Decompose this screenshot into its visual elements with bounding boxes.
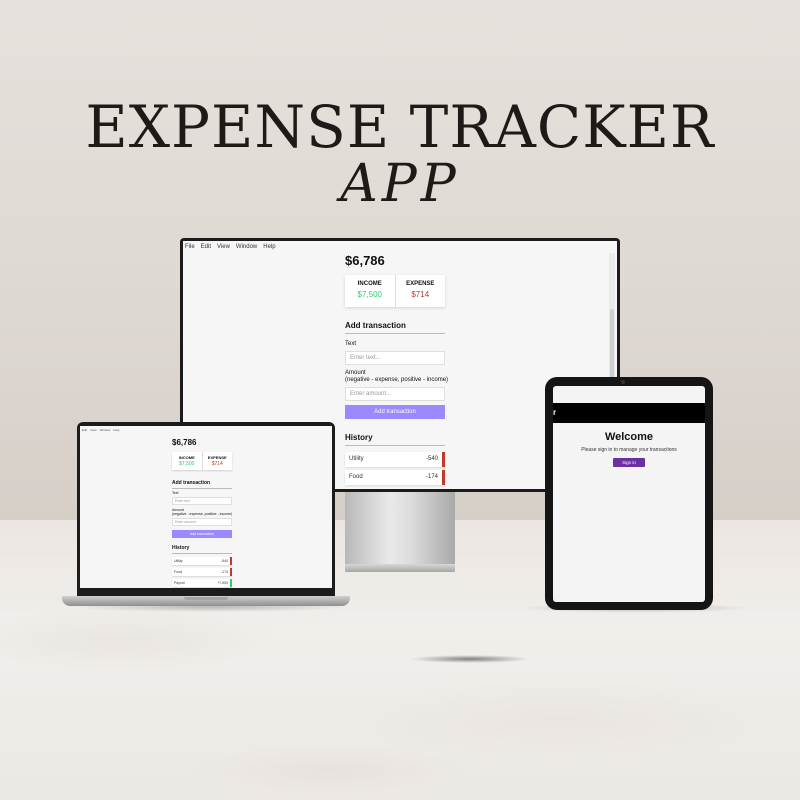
income-value: $7,500 [357,290,382,299]
add-transaction-heading: Add transaction [345,321,445,334]
laptop-notch [184,597,228,600]
text-input[interactable]: Enter text... [345,351,445,365]
history-item[interactable]: Food -174 [172,568,232,576]
balance-value: $6,786 [345,253,385,268]
menu-help[interactable]: Help [263,241,275,253]
menu-view[interactable]: View [90,428,96,432]
history-heading: History [345,433,445,446]
history-item[interactable]: Payroll +7,500 [172,579,232,587]
history-item-name: Payroll [174,581,185,585]
amount-label: Amount [345,370,366,376]
menu-view[interactable]: View [217,241,230,253]
expense-column: EXPENSE $714 [201,452,233,470]
income-value: $7,500 [179,461,195,467]
tablet-app-window: r Welcome Please sign in to manage your … [553,386,705,602]
balance-value: $6,786 [172,438,197,447]
history-item[interactable]: Utility -540 [345,452,445,467]
expense-value: $714 [411,290,430,299]
text-label: Text [345,341,357,347]
desktop-menubar: File Edit View Window Help [183,241,617,253]
amount-hint: (negative - expense, positive - income) [172,512,233,516]
monitor-stand-base [345,564,455,572]
menu-file[interactable]: File [185,241,195,253]
amount-hint: (negative - expense, positive - income) [345,377,449,383]
text-input[interactable]: Enter text [172,497,232,505]
menu-help[interactable]: Help [113,428,119,432]
menu-edit[interactable]: Edit [82,428,87,432]
history-item-amount: -540 [220,559,228,563]
income-column: INCOME $7,500 [345,275,395,307]
menu-window[interactable]: Window [236,241,257,253]
menu-edit[interactable]: Edit [201,241,211,253]
laptop-menubar: Edit View Window Help [82,428,119,432]
history-item-name: Food [174,570,182,574]
income-label: INCOME [357,281,382,287]
history-item[interactable]: Utility -540 [172,557,232,565]
sign-in-button[interactable]: Sign in [613,458,645,467]
expense-label: EXPENSE [406,281,435,287]
history-item-name: Utility [174,559,183,563]
history-item-amount: -540 [425,456,438,462]
income-expense-card: INCOME $7,500 EXPENSE $714 [172,452,232,470]
add-transaction-button[interactable]: Add transaction [172,530,232,538]
expense-label: EXPENSE [207,455,227,460]
tablet-header: r [553,403,705,423]
add-transaction-button[interactable]: Add transaction [345,405,445,419]
income-label: INCOME [178,455,195,460]
poster-subtitle: APP [340,154,460,214]
add-transaction-heading: Add transaction [172,480,232,489]
amount-input[interactable]: Enter amount [172,518,232,526]
floor-shadow [410,655,530,663]
history-item-name: Food [349,474,363,480]
income-expense-card: INCOME $7,500 EXPENSE $714 [345,275,445,307]
amount-input[interactable]: Enter amount... [345,387,445,401]
camera-icon [621,380,625,384]
monitor-stand [345,492,455,564]
history-item[interactable]: Food -174 [345,470,445,485]
income-column: INCOME $7,500 [172,452,202,470]
laptop-app-window: Edit View Window Help $6,786 INCOME $7,5… [80,426,332,588]
history-item-amount: +7,500 [217,581,228,585]
menu-window[interactable]: Window [100,428,111,432]
expense-column: EXPENSE $714 [394,275,446,307]
history-heading: History [172,545,232,554]
history-item-name: Utility [349,456,364,462]
welcome-heading: Welcome [604,431,654,443]
history-item-amount: -174 [220,570,228,574]
sign-in-prompt: Please sign in to manage your transactio… [581,447,677,453]
history-item-amount: -174 [425,474,438,480]
expense-value: $714 [211,461,223,467]
text-label: Text [172,491,179,495]
